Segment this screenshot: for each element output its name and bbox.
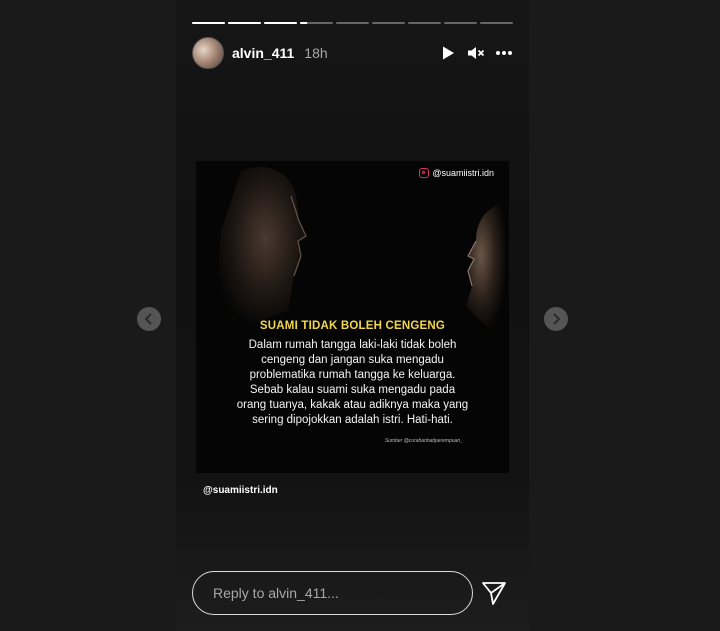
more-options-button[interactable] (495, 44, 513, 62)
avatar[interactable] (192, 37, 224, 69)
post-source: Sumber @curahanhatiperempuan_ (384, 438, 463, 444)
play-icon (443, 46, 454, 60)
progress-segment (300, 22, 333, 24)
progress-fill (300, 22, 307, 24)
story-viewer: alvin_411 18h @suamiistri.idn SUAMI TIDA… (176, 0, 529, 631)
mute-button[interactable] (467, 44, 485, 62)
progress-fill (192, 22, 225, 24)
progress-fill (228, 22, 261, 24)
progress-segment (372, 22, 405, 24)
post-body: Dalam rumah tangga laki-laki tidak boleh… (236, 339, 469, 426)
progress-segment (264, 22, 297, 24)
progress-segment (192, 22, 225, 24)
play-button[interactable] (439, 44, 457, 62)
post-handle-text: @suamiistri.idn (432, 168, 494, 178)
story-progress-bar (192, 22, 513, 24)
post-instagram-handle: @suamiistri.idn (419, 168, 494, 178)
more-horizontal-icon (496, 51, 512, 55)
next-story-button[interactable] (544, 307, 568, 331)
story-post-image: @suamiistri.idn SUAMI TIDAK BOLEH CENGEN… (196, 161, 509, 473)
progress-segment (480, 22, 513, 24)
progress-segment (336, 22, 369, 24)
reply-input[interactable] (192, 571, 473, 615)
chevron-left-icon (144, 313, 152, 325)
mention-sticker[interactable]: @suamiistri.idn (203, 485, 278, 496)
progress-segment (408, 22, 441, 24)
muted-speaker-icon (468, 47, 485, 59)
send-icon (482, 582, 506, 605)
progress-segment (444, 22, 477, 24)
previous-story-button[interactable] (137, 307, 161, 331)
instagram-icon (419, 168, 430, 178)
username[interactable]: alvin_411 (232, 45, 294, 61)
chevron-right-icon (553, 313, 561, 325)
progress-fill (264, 22, 297, 24)
send-button[interactable] (481, 580, 507, 606)
post-title: SUAMI TIDAK BOLEH CENGENG (259, 320, 446, 332)
timestamp: 18h (304, 45, 328, 61)
progress-segment (228, 22, 261, 24)
story-header: alvin_411 18h (192, 37, 513, 69)
